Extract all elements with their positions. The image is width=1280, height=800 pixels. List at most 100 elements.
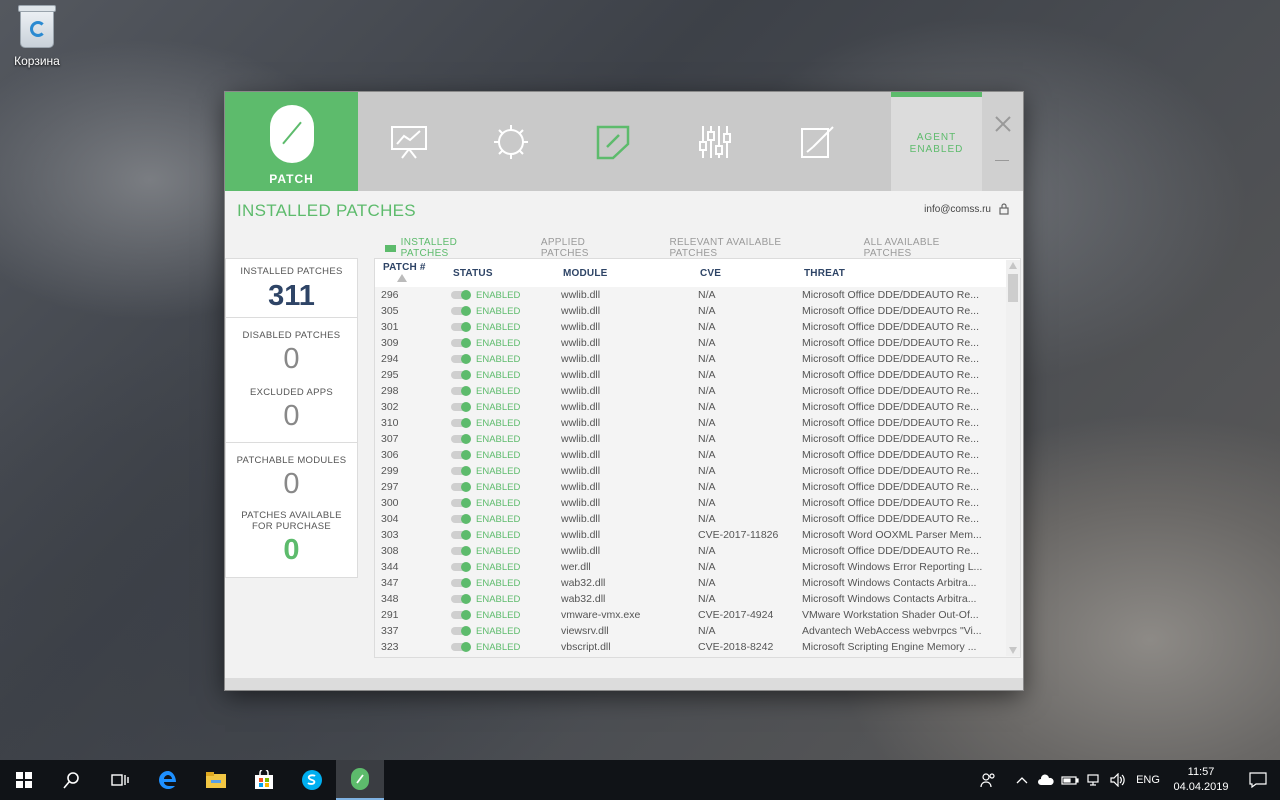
skype-icon	[302, 770, 322, 790]
status-label: ENABLED	[476, 545, 521, 557]
task-view-button[interactable]	[96, 760, 144, 800]
agent-status[interactable]: AGENT ENABLED	[891, 92, 982, 191]
header-cve[interactable]: CVE	[692, 268, 796, 279]
table-row[interactable]: 308 ENABLED wwlib.dll N/A Microsoft Office D…	[375, 543, 1020, 559]
edge-button[interactable]	[144, 760, 192, 800]
cell-module: wwlib.dll	[561, 353, 601, 365]
action-center-button[interactable]	[1236, 760, 1280, 800]
table-row[interactable]: 305 ENABLED wwlib.dll N/A Microsoft Office D…	[375, 303, 1020, 319]
nav-settings[interactable]	[460, 92, 562, 191]
status-toggle[interactable]	[451, 434, 471, 444]
skype-button[interactable]	[288, 760, 336, 800]
status-toggle[interactable]	[451, 610, 471, 620]
status-toggle[interactable]	[451, 386, 471, 396]
status-toggle[interactable]	[451, 626, 471, 636]
stat-disabled-excluded: DISABLED PATCHES 0 EXCLUDED APPS 0	[225, 317, 358, 443]
show-hidden-icons-button[interactable]	[1010, 760, 1034, 800]
status-toggle[interactable]	[451, 578, 471, 588]
nav-dashboard[interactable]	[358, 92, 460, 191]
table-row[interactable]: 291 ENABLED vmware-vmx.exe CVE-2017-4924 VMw…	[375, 607, 1020, 623]
header-module[interactable]: MODULE	[555, 268, 692, 279]
header-status[interactable]: STATUS	[445, 268, 555, 279]
table-row[interactable]: 344 ENABLED wer.dll N/A Microsoft Windows Er…	[375, 559, 1020, 575]
input-language[interactable]: ENG	[1130, 774, 1166, 786]
status-toggle[interactable]	[451, 306, 471, 316]
status-toggle[interactable]	[451, 402, 471, 412]
status-toggle[interactable]	[451, 338, 471, 348]
table-row[interactable]: 302 ENABLED wwlib.dll N/A Microsoft Office D…	[375, 399, 1020, 415]
search-button[interactable]	[48, 760, 96, 800]
table-row[interactable]: 323 ENABLED vbscript.dll CVE-2018-8242 Micro…	[375, 639, 1020, 655]
nav-patches[interactable]	[562, 92, 664, 191]
status-toggle[interactable]	[451, 562, 471, 572]
table-row[interactable]: 307 ENABLED wwlib.dll N/A Microsoft Office D…	[375, 431, 1020, 447]
header-threat[interactable]: THREAT	[796, 268, 996, 279]
cell-threat: VMware Workstation Shader Out-Of...	[802, 609, 979, 621]
network-button[interactable]	[1082, 760, 1106, 800]
table-row[interactable]: 301 ENABLED wwlib.dll N/A Microsoft Office D…	[375, 319, 1020, 335]
clock[interactable]: 11:57 04.04.2019	[1166, 765, 1236, 795]
tab-installed-patches[interactable]: INSTALLED PATCHES	[385, 237, 505, 259]
onedrive-button[interactable]	[1034, 760, 1058, 800]
table-row[interactable]: 303 ENABLED wwlib.dll CVE-2017-11826 Microso…	[375, 527, 1020, 543]
status-toggle[interactable]	[451, 642, 471, 652]
people-button[interactable]	[976, 760, 1000, 800]
minimize-icon[interactable]	[995, 160, 1009, 161]
file-explorer-button[interactable]	[192, 760, 240, 800]
table-row[interactable]: 300 ENABLED wwlib.dll N/A Microsoft Office D…	[375, 495, 1020, 511]
header-patch-number[interactable]: PATCH #	[375, 262, 445, 284]
status-toggle[interactable]	[451, 370, 471, 380]
people-icon	[980, 773, 995, 788]
table-row[interactable]: 347 ENABLED wab32.dll N/A Microsoft Windows …	[375, 575, 1020, 591]
table-row[interactable]: 348 ENABLED wab32.dll N/A Microsoft Windows …	[375, 591, 1020, 607]
table-row[interactable]: 310 ENABLED wwlib.dll N/A Microsoft Office D…	[375, 415, 1020, 431]
table-row[interactable]: 309 ENABLED wwlib.dll N/A Microsoft Office D…	[375, 335, 1020, 351]
table-row[interactable]: 295 ENABLED wwlib.dll N/A Microsoft Office D…	[375, 367, 1020, 383]
patch-app-taskbar-button[interactable]	[336, 760, 384, 800]
table-row[interactable]: 298 ENABLED wwlib.dll N/A Microsoft Office D…	[375, 383, 1020, 399]
status-label: ENABLED	[476, 513, 521, 525]
table-row[interactable]: 297 ENABLED wwlib.dll N/A Microsoft Office D…	[375, 479, 1020, 495]
scroll-up-icon[interactable]	[1009, 262, 1017, 269]
battery-button[interactable]	[1058, 760, 1082, 800]
status-toggle[interactable]	[451, 322, 471, 332]
tab-all-available-patches[interactable]: ALL AVAILABLE PATCHES	[864, 237, 987, 259]
desktop-recycle-bin[interactable]: Корзина	[8, 5, 66, 68]
status-toggle[interactable]	[451, 594, 471, 604]
tab-relevant-available-patches[interactable]: RELEVANT AVAILABLE PATCHES	[669, 237, 827, 259]
nav-sliders[interactable]	[664, 92, 766, 191]
nav-edit[interactable]	[766, 92, 868, 191]
table-row[interactable]: 304 ENABLED wwlib.dll N/A Microsoft Office D…	[375, 511, 1020, 527]
status-toggle[interactable]	[451, 546, 471, 556]
cell-status: ENABLED	[445, 418, 555, 429]
status-toggle[interactable]	[451, 482, 471, 492]
status-toggle[interactable]	[451, 498, 471, 508]
table-row[interactable]: 294 ENABLED wwlib.dll N/A Microsoft Office D…	[375, 351, 1020, 367]
table-row[interactable]: 299 ENABLED wwlib.dll N/A Microsoft Office D…	[375, 463, 1020, 479]
page-title: INSTALLED PATCHES	[237, 201, 416, 220]
status-toggle[interactable]	[451, 354, 471, 364]
status-label: ENABLED	[476, 401, 521, 413]
status-toggle[interactable]	[451, 450, 471, 460]
status-label: ENABLED	[476, 449, 521, 461]
scroll-thumb[interactable]	[1008, 274, 1018, 302]
status-toggle[interactable]	[451, 514, 471, 524]
status-toggle[interactable]	[451, 418, 471, 428]
status-toggle[interactable]	[451, 290, 471, 300]
close-icon[interactable]	[993, 114, 1013, 134]
start-button[interactable]	[0, 760, 48, 800]
volume-button[interactable]	[1106, 760, 1130, 800]
table-row[interactable]: 296 ENABLED wwlib.dll N/A Microsoft Office D…	[375, 287, 1020, 303]
tab-applied-patches[interactable]: APPLIED PATCHES	[541, 237, 634, 259]
table-scrollbar[interactable]	[1006, 260, 1020, 656]
table-row[interactable]: 306 ENABLED wwlib.dll N/A Microsoft Office D…	[375, 447, 1020, 463]
table-row[interactable]: 337 ENABLED viewsrv.dll N/A Advantech WebAcc…	[375, 623, 1020, 639]
user-account[interactable]: info@comss.ru	[924, 203, 1009, 215]
status-toggle[interactable]	[451, 466, 471, 476]
store-button[interactable]	[240, 760, 288, 800]
scroll-down-icon[interactable]	[1009, 647, 1017, 654]
stats-panel: INSTALLED PATCHES 311 DISABLED PATCHES 0…	[225, 258, 358, 578]
cell-status: ENABLED	[445, 466, 555, 477]
status-toggle[interactable]	[451, 530, 471, 540]
app-logo[interactable]: PATCH	[225, 92, 358, 191]
